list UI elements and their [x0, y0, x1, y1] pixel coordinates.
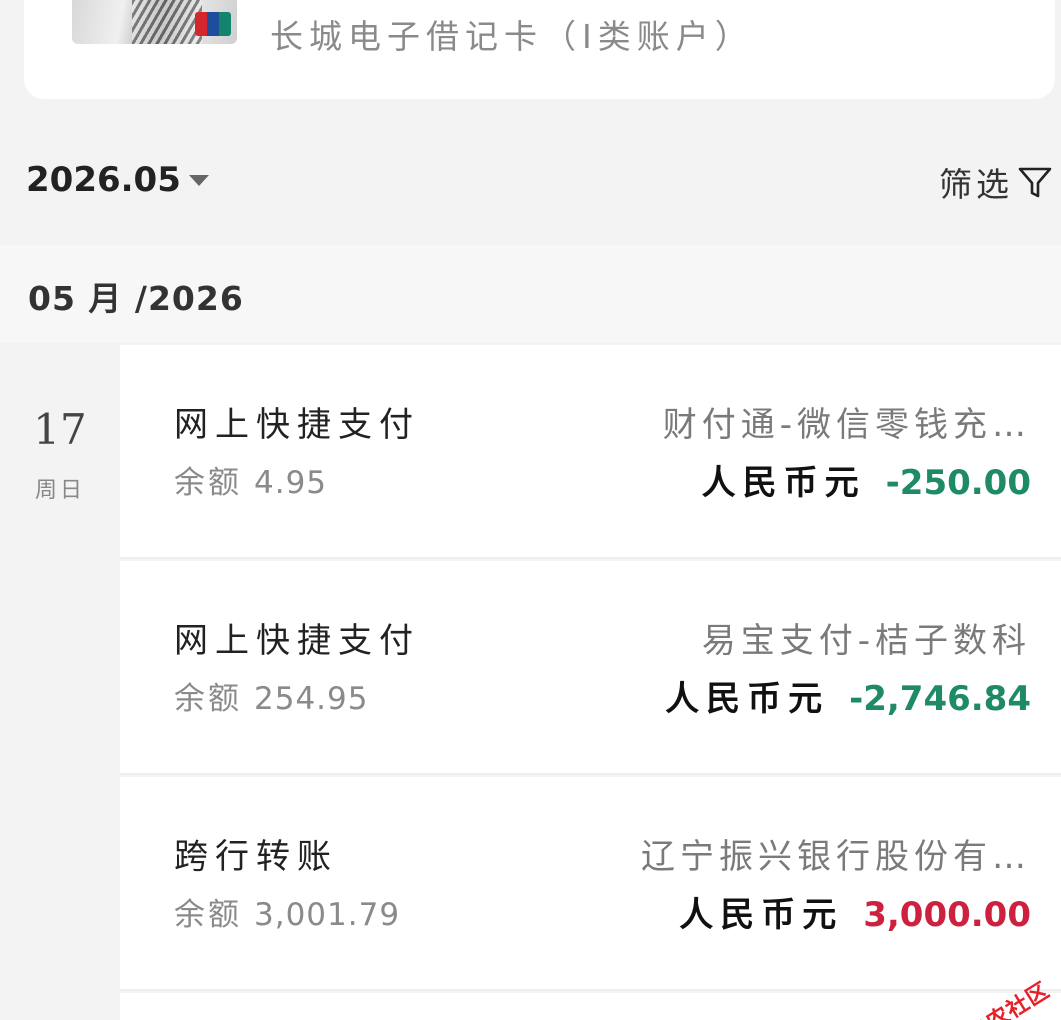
transaction-balance: 余额 4.95 [174, 457, 327, 502]
month-selector[interactable]: 2026.05 [26, 160, 209, 200]
transaction-type: 跨行转账 [174, 837, 338, 877]
currency-label: 人民币元 [679, 895, 844, 935]
transaction-row[interactable]: 网上快捷支付 余额 4.95 财付通-微信零钱充… 人民币元 -250.00 [120, 345, 1061, 559]
transaction-amount-row: 人民币元 -2,746.84 [665, 671, 1031, 720]
balance-label: 余额 [174, 681, 242, 717]
selected-month: 2026.05 [26, 160, 181, 200]
transaction-type: 网上快捷支付 [174, 621, 420, 661]
transaction-balance: 余额 254.95 [174, 673, 368, 718]
transaction-merchant: 辽宁振兴银行股份有… [641, 837, 1031, 877]
transaction-amount-row: 人民币元 -250.00 [702, 455, 1031, 504]
transaction-amount-row: 人民币元 3,000.00 [679, 887, 1031, 936]
transaction-balance: 余额 3,001.79 [174, 889, 400, 934]
balance-value: 254.95 [254, 681, 369, 717]
month-header: 05 月 /2026 [28, 279, 244, 318]
card-pattern [132, 0, 202, 44]
transaction-amount: -2,746.84 [849, 679, 1031, 719]
account-card[interactable]: 长城电子借记卡（Ⅰ类账户） [24, 0, 1055, 99]
filter-button[interactable]: 筛选 [939, 158, 1053, 206]
transaction-row[interactable] [120, 993, 1061, 1020]
balance-value: 4.95 [254, 465, 328, 501]
transaction-amount: 3,000.00 [863, 895, 1031, 935]
balance-label: 余额 [174, 465, 242, 501]
transaction-type: 网上快捷支付 [174, 405, 420, 445]
transaction-amount: -250.00 [885, 463, 1031, 503]
currency-label: 人民币元 [665, 679, 830, 719]
unionpay-logo-icon [195, 12, 231, 36]
caret-down-icon [188, 174, 209, 186]
transaction-row[interactable]: 网上快捷支付 余额 254.95 易宝支付-桔子数科 人民币元 -2,746.84 [120, 561, 1061, 775]
transaction-row[interactable]: 跨行转账 余额 3,001.79 辽宁振兴银行股份有… 人民币元 3,000.00 [120, 777, 1061, 991]
currency-label: 人民币元 [701, 463, 866, 503]
transaction-merchant: 易宝支付-桔子数科 [701, 621, 1031, 661]
filter-icon [1018, 167, 1052, 198]
day-weekday: 周日 [34, 478, 85, 503]
balance-label: 余额 [174, 897, 242, 933]
day-number: 17 [33, 405, 87, 454]
bank-card-image [72, 0, 237, 44]
filter-label: 筛选 [939, 165, 1013, 204]
transaction-merchant: 财付通-微信零钱充… [662, 405, 1031, 445]
balance-value: 3,001.79 [254, 897, 401, 933]
card-name: 长城电子借记卡（Ⅰ类账户） [270, 17, 754, 56]
